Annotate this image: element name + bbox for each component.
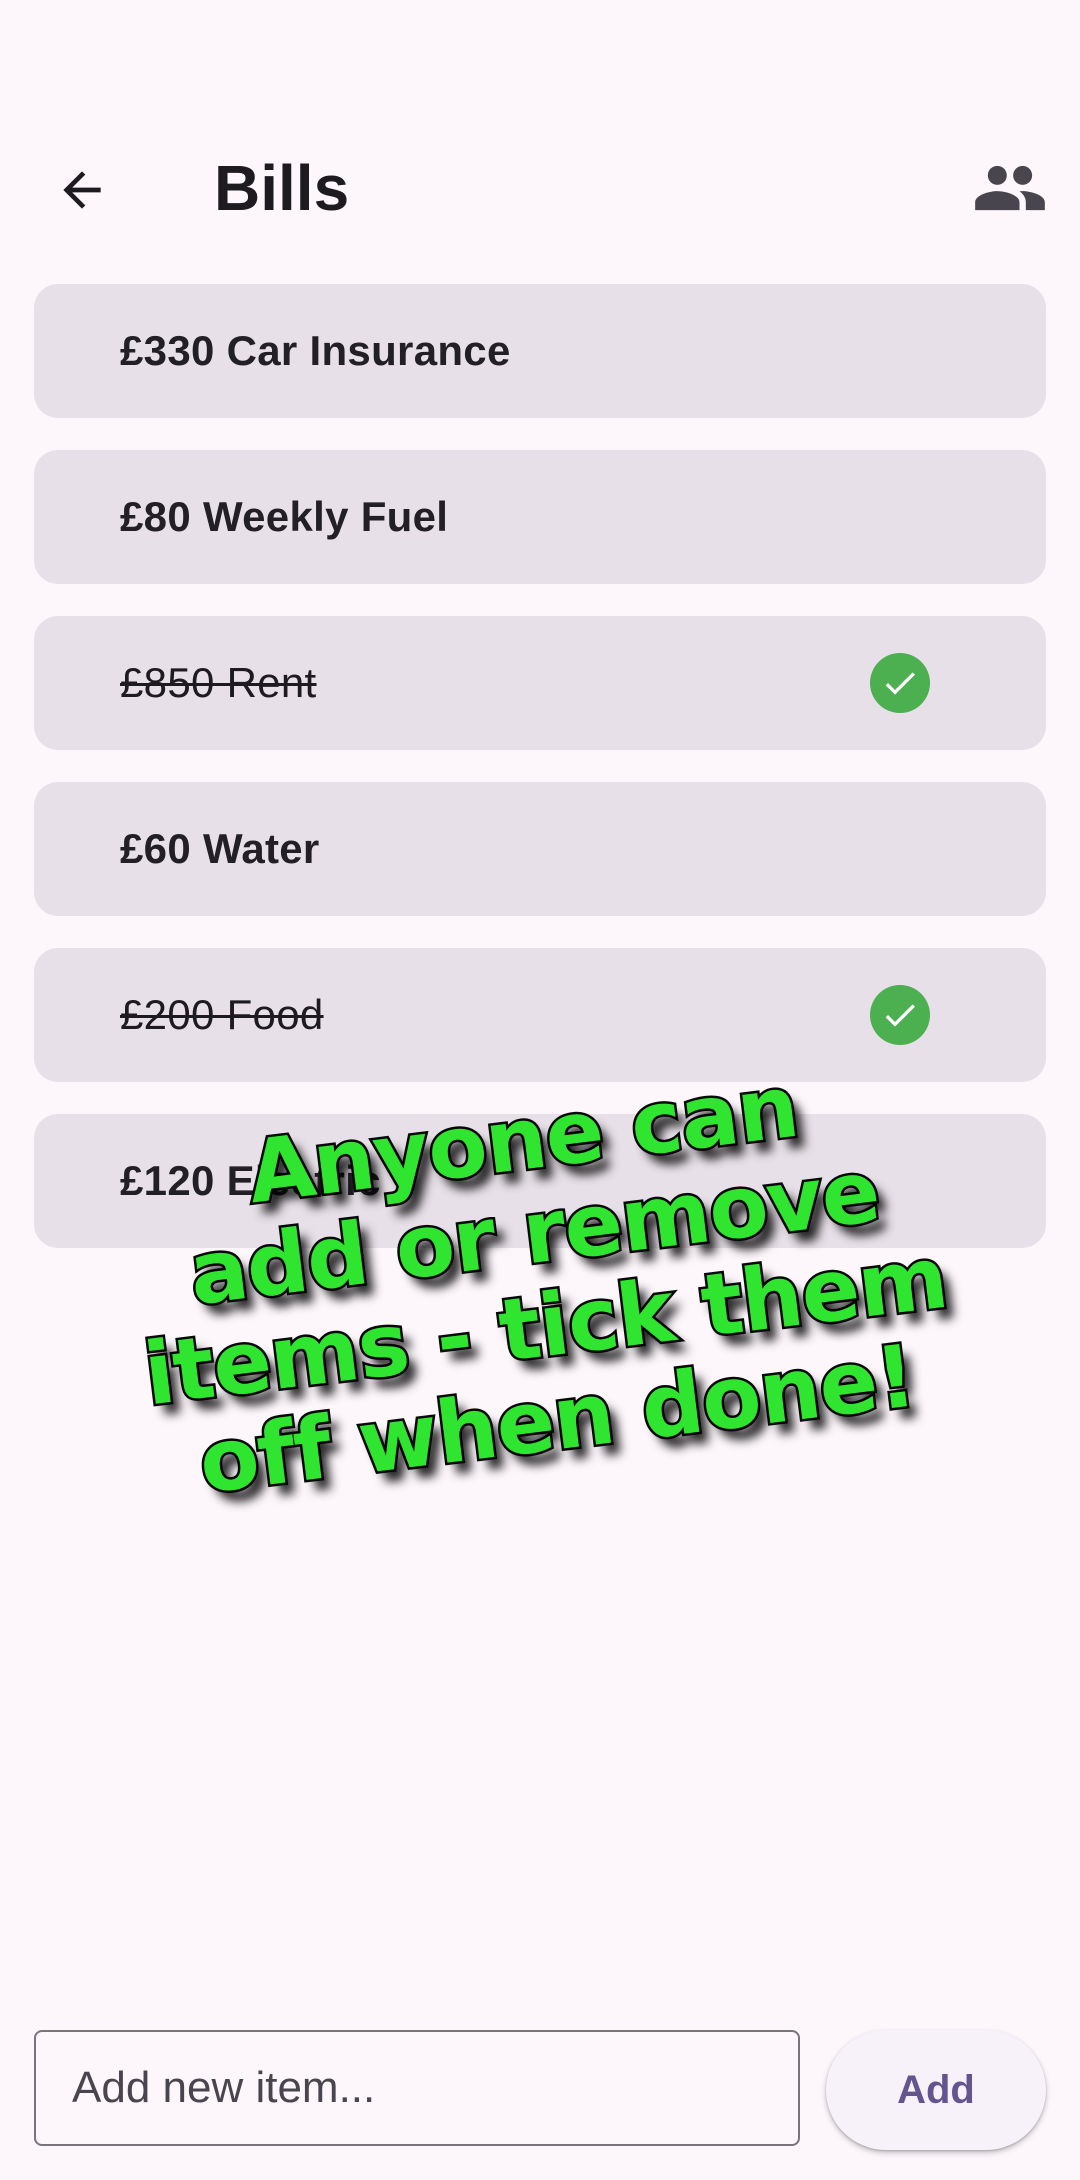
app-bar: Bills (0, 120, 1080, 232)
page-title: Bills (214, 152, 350, 224)
back-button[interactable] (38, 146, 126, 234)
composer: Add (34, 2030, 1046, 2150)
list-item[interactable]: £330 Car Insurance (34, 284, 1046, 418)
bill-label: £330 Car Insurance (120, 327, 511, 374)
bill-label: £200 Food (120, 991, 324, 1038)
bill-label: £60 Water (120, 825, 320, 872)
bill-label: £80 Weekly Fuel (120, 493, 449, 540)
promo-line: off when done! (192, 1324, 923, 1516)
bill-list: £330 Car Insurance £80 Weekly Fuel £850 … (34, 284, 1046, 1280)
list-item[interactable]: £200 Food (34, 948, 1046, 1082)
arrow-back-icon (63, 171, 101, 209)
list-item[interactable]: £120 Electric (34, 1114, 1046, 1248)
list-item[interactable]: £80 Weekly Fuel (34, 450, 1046, 584)
check-circle-icon[interactable] (870, 985, 930, 1045)
bill-label: £850 Rent (120, 659, 317, 706)
add-button[interactable]: Add (826, 2030, 1046, 2150)
list-item[interactable]: £850 Rent (34, 616, 1046, 750)
check-circle-icon[interactable] (870, 653, 930, 713)
people-button[interactable] (962, 140, 1058, 236)
new-item-input[interactable] (34, 2030, 800, 2146)
list-item[interactable]: £60 Water (34, 782, 1046, 916)
bill-label: £120 Electric (120, 1157, 381, 1204)
people-icon (975, 165, 1045, 211)
